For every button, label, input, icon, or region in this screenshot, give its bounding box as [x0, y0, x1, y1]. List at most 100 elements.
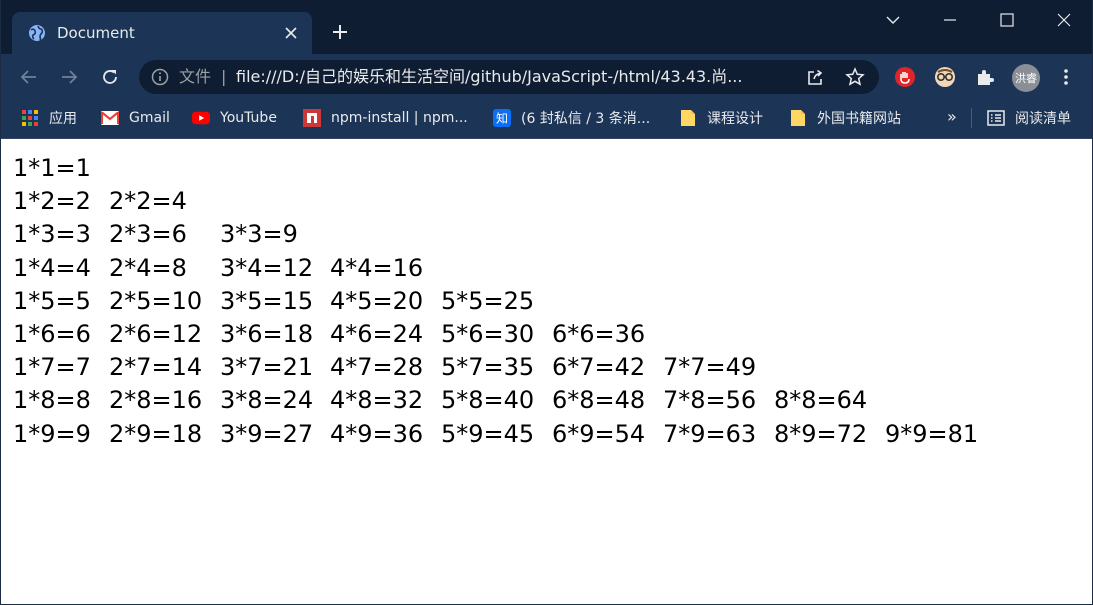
table-cell: 4*5=20 [330, 286, 424, 315]
scheme-label: 文件 [179, 67, 212, 86]
bookmark-label: 课程设计 [707, 111, 763, 127]
table-cell: 5*8=40 [441, 386, 535, 415]
bookmark-zhihu[interactable]: 知 (6 封私信 / 3 条消... [493, 107, 650, 129]
forward-button[interactable] [55, 63, 83, 91]
youtube-icon [192, 109, 210, 127]
bookmark-folder-books[interactable]: 外国书籍网站 [789, 107, 901, 129]
table-cell: 2*4=8 [109, 253, 187, 282]
bookmark-youtube[interactable]: YouTube [192, 107, 277, 129]
table-cell: 3*5=15 [220, 286, 314, 315]
bookmark-label: 应用 [49, 111, 77, 127]
table-cell: 3*7=21 [220, 353, 314, 382]
globe-icon [28, 24, 46, 42]
plus-icon [333, 25, 347, 39]
maximize-button[interactable] [993, 8, 1021, 32]
bookmark-npm[interactable]: npm-install | npm... [303, 107, 468, 129]
share-icon[interactable] [805, 68, 825, 88]
table-cell: 4*4=16 [330, 253, 424, 282]
table-cell: 8*9=72 [774, 419, 868, 448]
close-window-button[interactable] [1050, 8, 1078, 32]
table-cell: 6*8=48 [552, 386, 646, 415]
bookmark-folder-course[interactable]: 课程设计 [679, 107, 763, 129]
table-cell: 6*7=42 [552, 353, 646, 382]
chevron-down-icon [886, 16, 900, 24]
tab-search-button[interactable] [879, 8, 907, 32]
table-cell: 5*7=35 [441, 353, 535, 382]
table-cell: 9*9=81 [885, 419, 979, 448]
table-cell: 1*7=7 [13, 353, 91, 382]
table-cell: 3*8=24 [220, 386, 314, 415]
tab-close-icon[interactable] [280, 22, 302, 44]
table-cell: 2*2=4 [109, 187, 187, 216]
back-button[interactable] [15, 63, 43, 91]
tab-document[interactable]: Document [12, 12, 312, 54]
bookmark-label: npm-install | npm... [331, 110, 468, 126]
arrow-left-icon [20, 70, 36, 84]
table-cell: 2*5=10 [109, 286, 203, 315]
zhihu-icon: 知 [493, 109, 511, 127]
table-cell: 1*1=1 [13, 154, 91, 182]
table-cell: 2*9=18 [109, 419, 203, 448]
bookmarks-divider [971, 108, 972, 128]
table-cell: 3*6=18 [220, 320, 314, 348]
folder-icon [679, 109, 697, 127]
table-cell: 2*3=6 [109, 220, 187, 249]
table-cell: 5*6=30 [441, 320, 535, 348]
bookmark-star-icon[interactable] [845, 67, 865, 87]
table-cell: 4*6=24 [330, 320, 424, 348]
toolbar: 文件 | file:///D:/自己的娱乐和生活空间/github/JavaSc… [1, 54, 1092, 99]
table-cell: 2*7=14 [109, 353, 203, 382]
bookmark-label: (6 封私信 / 3 条消... [521, 111, 651, 127]
more-bookmarks-chevron[interactable]: » [947, 107, 957, 126]
maximize-icon [1000, 13, 1014, 27]
bookmark-label: 外国书籍网站 [817, 111, 901, 127]
table-cell: 1*2=2 [13, 187, 91, 216]
bookmark-gmail[interactable]: Gmail [101, 107, 170, 129]
adblock-extension-icon[interactable] [892, 64, 918, 90]
table-cell: 5*5=25 [441, 286, 535, 315]
table-cell: 6*6=36 [552, 320, 646, 348]
tab-strip: Document [1, 0, 1092, 54]
table-cell: 3*4=12 [220, 253, 314, 282]
table-cell: 1*9=9 [13, 419, 91, 448]
table-cell: 7*7=49 [663, 353, 757, 382]
reading-list-button[interactable]: 阅读清单 [987, 107, 1071, 129]
table-cell: 8*8=64 [774, 386, 868, 415]
table-cell: 1*3=3 [13, 220, 91, 249]
page-content: 1*1=1 1*2=2 2*2=4 1*3=3 2*3=6 3*3=9 1*4=4 2*4=8… [2, 140, 1092, 604]
address-separator: | [221, 67, 227, 86]
profile-avatar[interactable]: 洪睿 [1012, 64, 1040, 92]
table-cell: 6*9=54 [552, 419, 646, 448]
table-cell: 7*9=63 [663, 419, 757, 448]
address-bar[interactable]: 文件 | file:///D:/自己的娱乐和生活空间/github/JavaSc… [139, 60, 879, 94]
browser-window: Document 文件 | file:///D:/自己的娱乐和生活空间/gith… [0, 0, 1093, 605]
table-cell: 7*8=56 [663, 386, 757, 415]
npm-icon [303, 109, 321, 127]
reader-extension-icon[interactable] [932, 64, 958, 90]
url-text[interactable]: file:///D:/自己的娱乐和生活空间/github/JavaScript-… [236, 67, 742, 87]
reload-icon [103, 70, 117, 84]
svg-text:知: 知 [496, 112, 508, 126]
table-cell: 3*9=27 [220, 419, 314, 448]
gmail-icon [101, 109, 119, 127]
arrow-right-icon [62, 70, 78, 84]
more-menu-icon[interactable] [1056, 64, 1076, 90]
minimize-button[interactable] [936, 8, 964, 32]
table-cell: 1*5=5 [13, 286, 91, 315]
info-icon[interactable] [151, 68, 169, 86]
reload-button[interactable] [96, 63, 124, 91]
reading-list-icon [987, 109, 1005, 127]
apps-grid-icon [21, 109, 39, 127]
table-cell: 5*9=45 [441, 419, 535, 448]
table-cell: 4*8=32 [330, 386, 424, 415]
table-cell: 1*4=4 [13, 253, 91, 282]
table-cell: 4*7=28 [330, 353, 424, 382]
table-cell: 3*3=9 [220, 220, 298, 249]
table-cell: 1*6=6 [13, 320, 91, 348]
tab-title: Document [57, 24, 135, 42]
table-cell: 1*8=8 [13, 386, 91, 415]
new-tab-button[interactable] [327, 19, 353, 45]
bookmark-label: YouTube [220, 110, 277, 126]
extensions-puzzle-icon[interactable] [972, 64, 998, 90]
bookmark-apps[interactable]: 应用 [21, 107, 77, 129]
